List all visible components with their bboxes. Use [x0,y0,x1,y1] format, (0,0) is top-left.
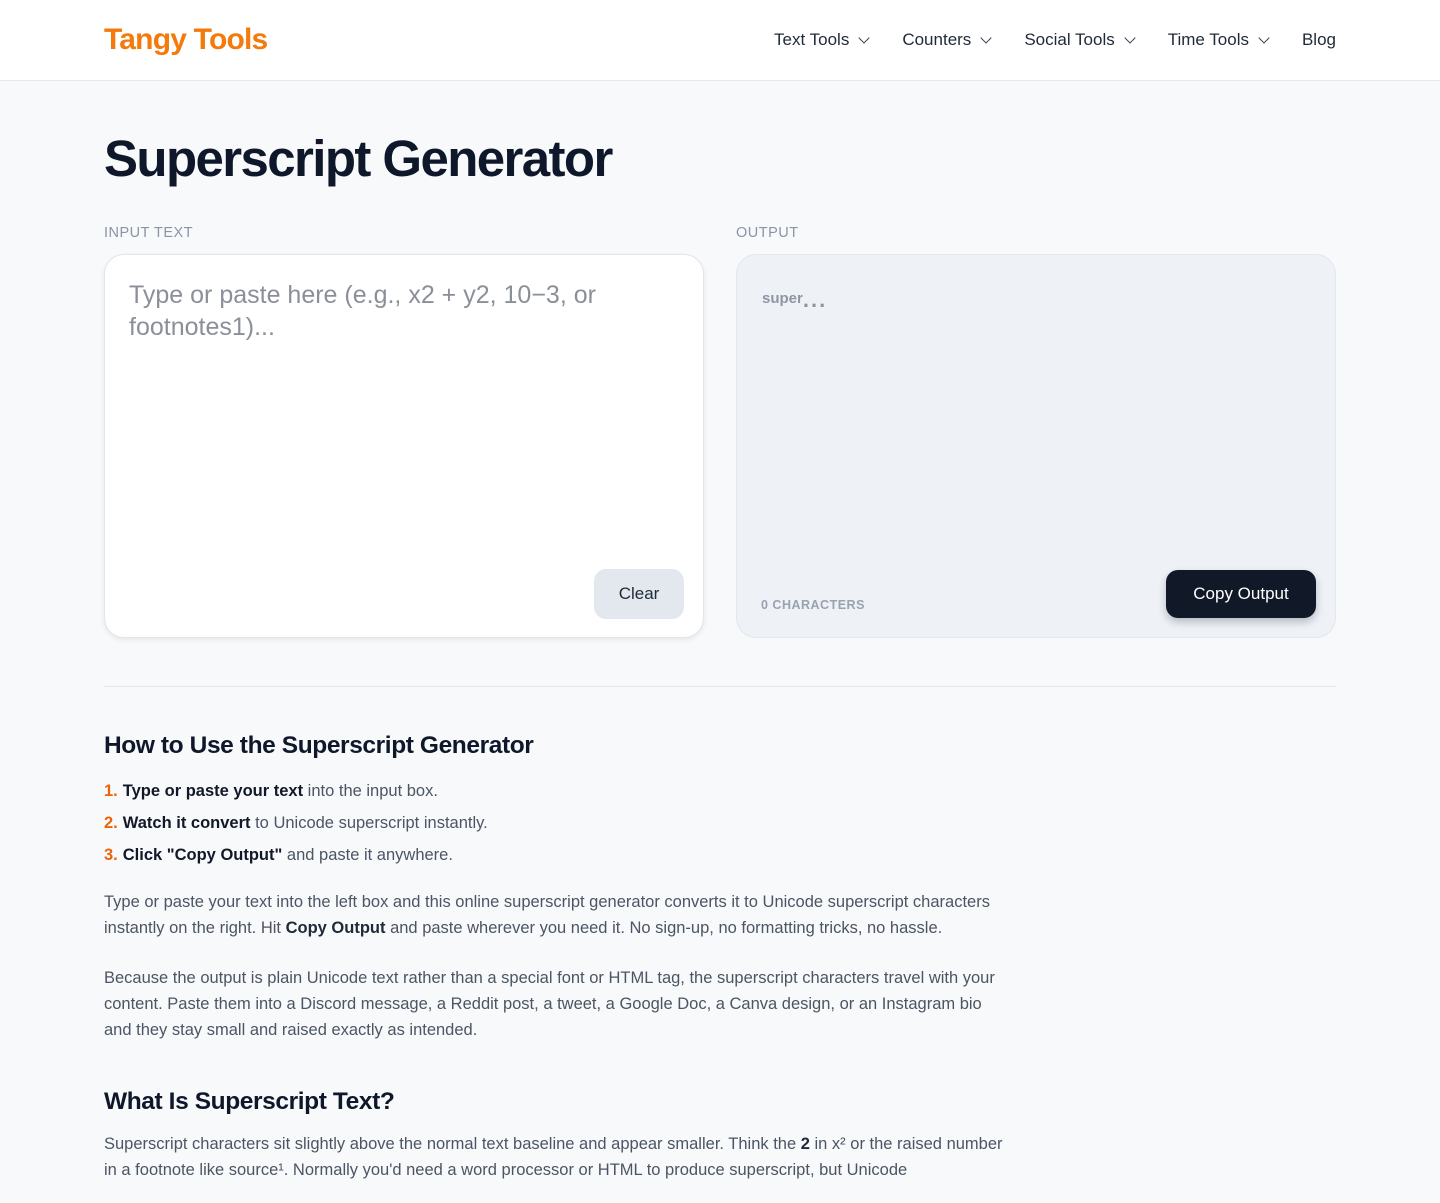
output-box[interactable]: super... 0 CHARACTERS Copy Output [736,254,1336,638]
step-number: 1. [104,782,118,800]
step-number: 2. [104,814,118,832]
nav-label: Social Tools [1024,30,1115,49]
input-panel: INPUT TEXT Clear [104,225,704,638]
output-panel: OUTPUT super... 0 CHARACTERS Copy Output [736,225,1336,638]
step-text: to Unicode superscript instantly. [250,814,488,832]
main-content: Superscript Generator INPUT TEXT Clear O… [0,127,1440,1183]
list-item: 3. Click "Copy Output" and paste it anywh… [104,839,1004,871]
output-placeholder-word: super [762,290,803,307]
site-header: Tangy Tools Text Tools Counters Social T… [0,0,1440,81]
nav-counters[interactable]: Counters [902,30,992,50]
output-label: OUTPUT [736,225,799,241]
nav-label: Time Tools [1167,30,1249,49]
step-bold: Watch it convert [122,814,251,832]
article-content: How to Use the Superscript Generator 1. T… [104,731,1004,1183]
section-divider [104,686,1336,687]
paragraph-bold: Copy Output [285,919,386,937]
nav-label: Blog [1301,30,1336,49]
step-bold: Click "Copy Output" [122,846,283,864]
step-text: and paste it anywhere. [282,846,453,864]
input-label: INPUT TEXT [104,225,194,241]
chevron-down-icon [980,31,992,44]
list-item: 2. Watch it convert to Unicode superscrip… [104,807,1004,839]
clear-button[interactable]: Clear [594,569,684,619]
how-to-steps: 1. Type or paste your text into the input… [104,775,1004,871]
copy-output-button[interactable]: Copy Output [1166,570,1316,618]
step-text: into the input box. [303,782,438,800]
how-to-paragraph-1: Type or paste your text into the left bo… [104,889,1004,941]
nav-blog[interactable]: Blog [1302,30,1336,50]
chevron-down-icon [858,31,870,44]
character-count: 0 CHARACTERS [761,598,865,612]
what-is-paragraph: Superscript characters sit slightly abov… [104,1131,1004,1183]
paragraph-text: Superscript characters sit slightly abov… [104,1135,801,1153]
converter-panels: INPUT TEXT Clear OUTPUT super... 0 CHARA… [104,225,1336,638]
paragraph-text: and paste wherever you need it. No sign-… [385,919,943,937]
output-placeholder-dots: ... [802,287,828,312]
how-to-paragraph-2: Because the output is plain Unicode text… [104,969,995,1039]
what-is-title: What Is Superscript Text? [104,1088,395,1115]
how-to-title: How to Use the Superscript Generator [104,732,534,759]
main-nav: Text Tools Counters Social Tools Time To… [740,30,1336,50]
output-placeholder: super... [762,283,828,312]
site-logo[interactable]: Tangy Tools [104,23,268,57]
nav-social-tools[interactable]: Social Tools [1024,30,1136,50]
list-item: 1. Type or paste your text into the input… [104,775,1004,807]
chevron-down-icon [1258,31,1270,44]
input-box: Clear [104,254,704,638]
paragraph-bold: 2 [800,1135,810,1153]
nav-time-tools[interactable]: Time Tools [1167,30,1270,50]
page-title: Superscript Generator [104,130,613,187]
chevron-down-icon [1124,31,1136,44]
nav-label: Counters [902,30,972,49]
nav-text-tools[interactable]: Text Tools [774,30,870,50]
step-number: 3. [104,846,118,864]
nav-label: Text Tools [774,30,850,49]
step-bold: Type or paste your text [122,782,304,800]
